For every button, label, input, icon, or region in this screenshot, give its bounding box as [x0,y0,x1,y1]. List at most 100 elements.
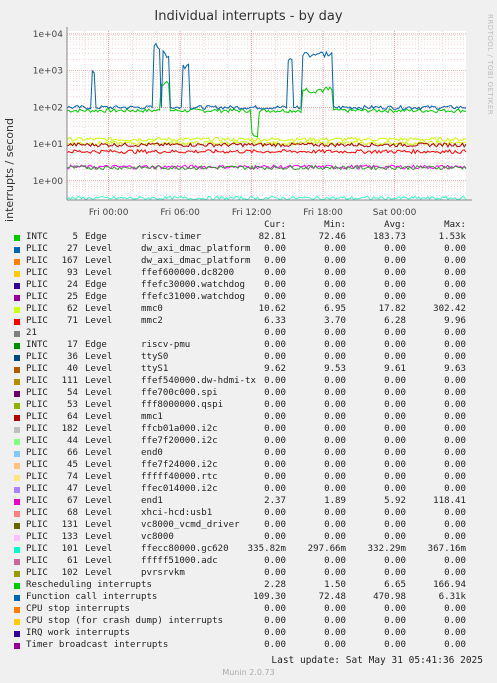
legend-cur: 0.00 [264,472,286,482]
legend-src: PLIC [26,400,48,410]
legend-src: PLIC [26,424,48,434]
legend-num: 36 [67,352,78,362]
legend-src: PLIC [26,436,48,446]
legend-type: Level [85,508,113,518]
legend-name: vc8000 [141,532,174,542]
legend-header: Max: [444,220,466,230]
legend-num: 67 [67,496,78,506]
legend-swatch [14,523,20,529]
legend-swatch [14,247,20,253]
legend-cur: 0.00 [264,616,286,626]
legend-swatch [14,439,20,445]
legend-row: Timer broadcast interrupts 0.00 0.00 0.00 0.… [14,640,489,652]
legend-row: PLIC 133 Level vc8000 0.00 0.00 0.00 0.00 [14,532,489,544]
legend-max: 0.00 [444,604,466,614]
legend-max: 0.00 [444,376,466,386]
legend-num: 182 [61,424,78,434]
legend-min: 0.00 [324,268,346,278]
legend-max: 0.00 [444,448,466,458]
legend-min: 0.00 [324,448,346,458]
legend-max: 0.00 [444,280,466,290]
legend-num: 102 [61,568,78,578]
legend-max: 118.41 [433,496,466,506]
legend-num: 68 [67,508,78,518]
y-tick-label: 1e+01 [33,140,63,150]
legend-cur: 0.00 [264,436,286,446]
legend-max: 0.00 [444,436,466,446]
legend-src: PLIC [26,508,48,518]
legend-swatch [14,463,20,469]
legend-max: 0.00 [444,568,466,578]
legend-avg: 0.00 [384,532,406,542]
legend-type: Level [85,484,113,494]
legend-avg: 0.00 [384,340,406,350]
legend-max: 1.53k [438,232,466,242]
x-tick-label: Fri 06:00 [160,208,200,218]
legend-type: Level [85,532,113,542]
legend-name: fffff40000.rtc [141,472,218,482]
legend-src: 21 [26,328,37,338]
x-tick-label: Fri 12:00 [232,208,272,218]
legend-min: 0.00 [324,412,346,422]
legend-src: PLIC [26,484,48,494]
legend-header: Min: [324,220,346,230]
legend-avg: 0.00 [384,352,406,362]
legend-avg: 0.00 [384,640,406,650]
legend-num: 44 [67,436,78,446]
legend-min: 0.00 [324,616,346,626]
legend-name: end0 [141,448,163,458]
legend-min: 0.00 [324,460,346,470]
legend-type: Level [85,352,113,362]
legend-row: PLIC 182 Level ffcb01a000.i2c 0.00 0.00 0.00 0.… [14,424,489,436]
legend-cur: 0.00 [264,244,286,254]
legend-min: 0.00 [324,628,346,638]
legend-cur: 82.81 [258,232,286,242]
legend-row: INTC 5 Edge riscv-timer 82.81 72.46 183.73 1.53… [14,232,489,244]
legend-swatch [14,367,20,373]
legend-max: 9.63 [444,364,466,374]
legend-cur: 0.00 [264,484,286,494]
legend-max: 0.00 [444,460,466,470]
legend-row: PLIC 64 Level mmc1 0.00 0.00 0.00 0.00 [14,412,489,424]
legend-avg: 6.28 [384,316,406,326]
legend-avg: 0.00 [384,556,406,566]
legend-max: 0.00 [444,472,466,482]
legend-max: 0.00 [444,640,466,650]
legend-row: PLIC 111 Level ffef540000.dw-hdmi-tx 0.00 0.0… [14,376,489,388]
legend-src: CPU stop interrupts [26,604,131,614]
legend-num: 133 [61,532,78,542]
legend-cur: 0.00 [264,376,286,386]
legend-src: PLIC [26,388,48,398]
legend-min: 0.00 [324,280,346,290]
legend-num: 27 [67,244,78,254]
legend-swatch [14,283,20,289]
legend-row: Function call interrupts 109.30 72.48 470.9… [14,592,489,604]
legend-cur: 0.00 [264,388,286,398]
legend-max: 6.31k [438,592,466,602]
legend-avg: 0.00 [384,520,406,530]
legend-src: PLIC [26,292,48,302]
legend-header: Cur: [264,220,286,230]
legend-cur: 0.00 [264,508,286,518]
legend-avg: 0.00 [384,628,406,638]
legend-min: 0.00 [324,388,346,398]
legend-max: 0.00 [444,340,466,350]
legend-min: 297.66m [307,544,346,554]
legend-swatch [14,547,20,553]
legend-avg: 0.00 [384,388,406,398]
legend-min: 0.00 [324,328,346,338]
legend-avg: 0.00 [384,400,406,410]
legend-src: CPU stop (for crash dump) interrupts [26,616,224,626]
legend-swatch [14,595,20,601]
legend-max: 0.00 [444,352,466,362]
legend-min: 3.70 [324,316,346,326]
munin-version: Munin 2.0.73 [222,668,275,677]
legend-src: PLIC [26,544,48,554]
legend-row: PLIC 131 Level vc8000_vcmd_driver 0.00 0.00 0.… [14,520,489,532]
legend-num: 40 [67,364,78,374]
legend-max: 0.00 [444,328,466,338]
legend-src: PLIC [26,376,48,386]
legend-avg: 0.00 [384,328,406,338]
legend-num: 24 [67,280,78,290]
legend-src: PLIC [26,412,48,422]
